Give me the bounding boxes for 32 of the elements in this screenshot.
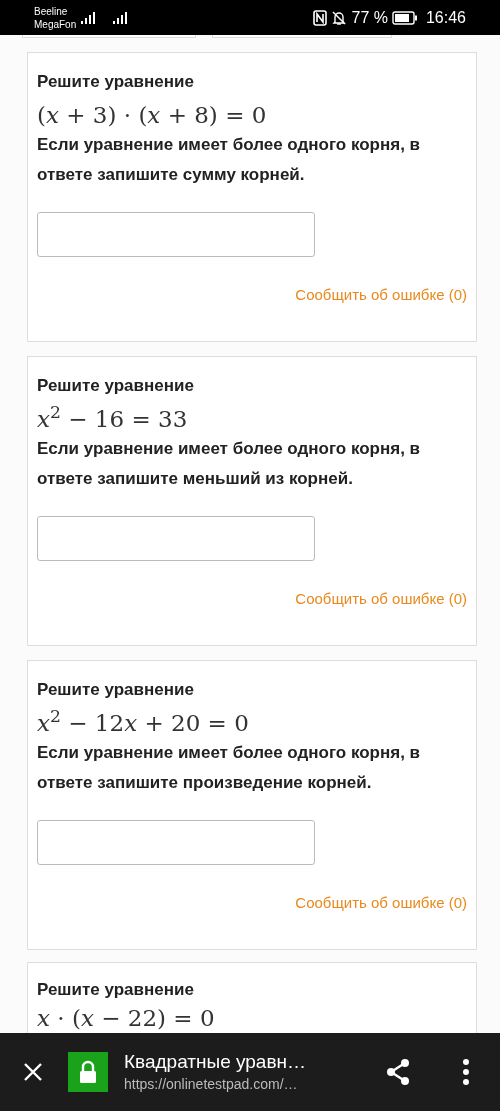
question-title: Решите уравнение (37, 979, 195, 1001)
equation: 𝑥$^{2}$ − 16 = 33 (37, 404, 188, 434)
lock-icon (68, 1052, 108, 1092)
report-error-link[interactable]: Сообщить об ошибке (0) (295, 286, 467, 304)
clock-time: 16:46 (425, 7, 466, 28)
page-url: https://onlinetestpad.com/… (124, 1074, 299, 1094)
more-icon[interactable] (462, 1058, 470, 1086)
equation: (𝑥 + 3) · (𝑥 + 8) = 0 (37, 100, 267, 130)
answer-field[interactable] (37, 820, 315, 866)
equation: 𝑥 · (𝑥 − 22) = 0 (37, 1004, 215, 1031)
question-text: Если уравнение имеет более одного корня, в ответе запишите сумму корней. (37, 134, 422, 187)
question-text: Если уравнение имеет более одного корня, в ответе запишите меньший из корней. (37, 438, 422, 491)
close-icon (22, 1061, 44, 1083)
carrier-name: Beeline (34, 4, 69, 18)
question-title: Решите уравнение (37, 679, 195, 701)
equation: 𝑥$^{2}$ − 12𝑥 + 20 = 0 (37, 708, 249, 738)
signal-icon (112, 10, 129, 25)
signal-icon (80, 10, 97, 25)
muted-bell-icon (331, 9, 348, 26)
answer-field[interactable] (37, 516, 315, 562)
report-error-link[interactable]: Сообщить об ошибке (0) (295, 894, 467, 912)
page-title: Квадратные уравн… (124, 1049, 307, 1074)
carrier-name: MegaFon (34, 17, 77, 31)
battery-icon (391, 10, 418, 25)
answer-field[interactable] (37, 212, 315, 258)
question-title: Решите уравнение (37, 375, 195, 397)
battery-percent: 77 % (351, 7, 388, 28)
question-title: Решите уравнение (37, 71, 195, 93)
report-error-link[interactable]: Сообщить об ошибке (0) (295, 590, 467, 608)
question-text: Если уравнение имеет более одного корня, в ответе запишите произведение корней. (37, 742, 422, 795)
nfc-icon (313, 9, 328, 26)
share-icon[interactable] (384, 1058, 412, 1086)
